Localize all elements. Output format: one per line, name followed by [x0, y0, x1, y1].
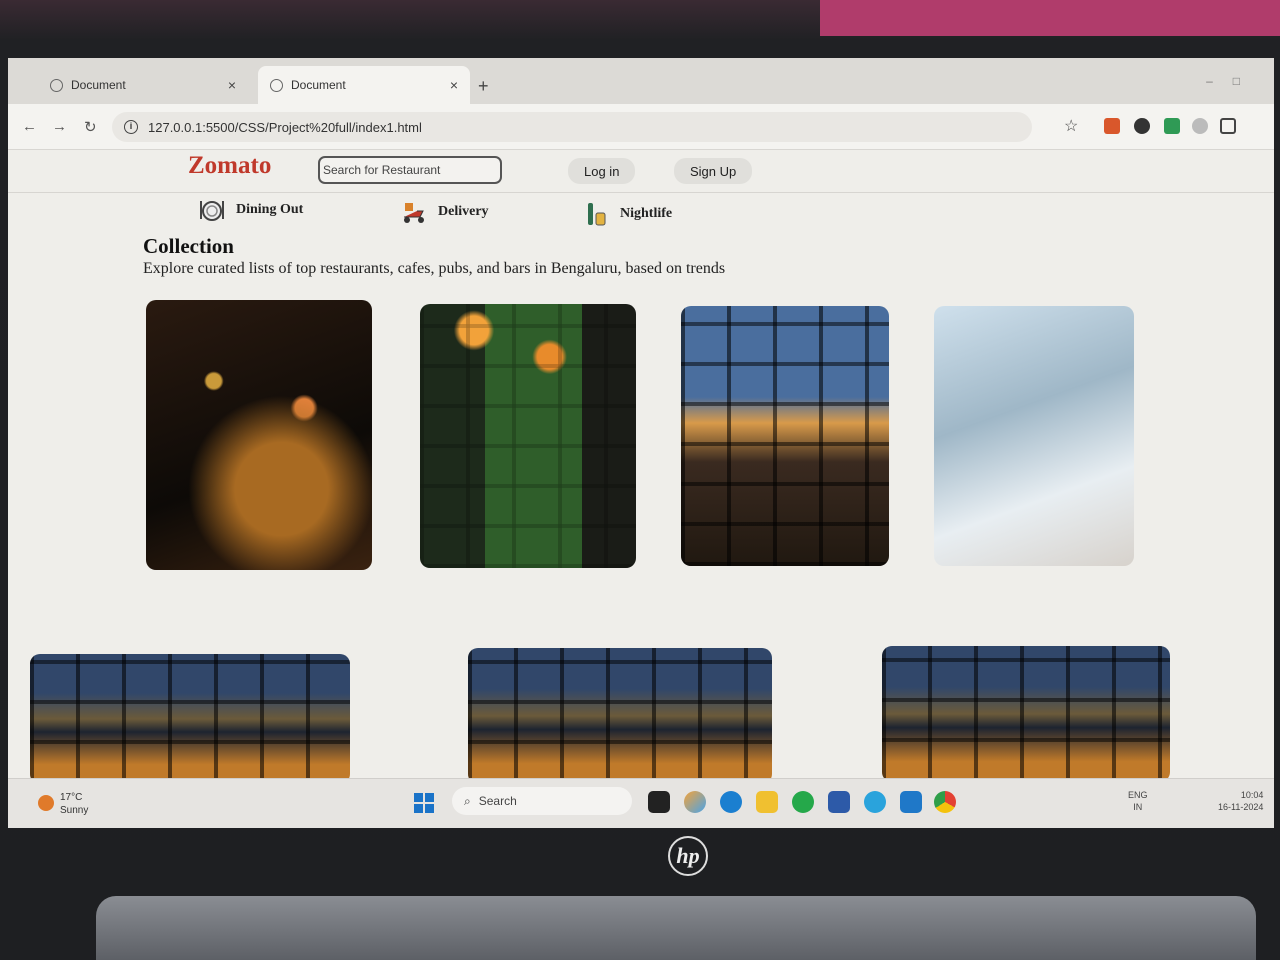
- card-texture: [882, 646, 1170, 782]
- back-icon[interactable]: ←: [22, 118, 37, 135]
- star-icon[interactable]: ☆: [1064, 116, 1078, 136]
- dining-icon: [198, 196, 226, 224]
- close-tab-icon[interactable]: ×: [228, 77, 236, 93]
- signup-button[interactable]: Sign Up: [674, 158, 753, 184]
- windows-taskbar: 17°C Sunny ⌕ Search ENG IN 10:04 16-11-2…: [8, 778, 1274, 828]
- scooter-icon: [400, 198, 428, 226]
- weather-temp: 17°C: [60, 792, 83, 803]
- copilot-icon[interactable]: [684, 791, 706, 813]
- extension-icon[interactable]: [1164, 118, 1180, 134]
- restaurant-card-2[interactable]: [420, 304, 636, 568]
- hp-logo: hp: [668, 836, 708, 876]
- close-tab-icon[interactable]: ×: [450, 77, 458, 93]
- screen: Document × Document × + –□ ← → ↻ i 127.0…: [8, 58, 1274, 828]
- search-input[interactable]: [318, 156, 502, 184]
- nav-label: Nightlife: [620, 206, 673, 221]
- reload-icon[interactable]: ↻: [84, 118, 97, 136]
- browser-toolbar: ← → ↻ i 127.0.0.1:5500/CSS/Project%20ful…: [8, 104, 1274, 150]
- weather-widget[interactable]: 17°C Sunny: [38, 791, 88, 817]
- edge-icon[interactable]: [720, 791, 742, 813]
- restaurant-card-3[interactable]: [681, 306, 889, 566]
- taskbar-search[interactable]: ⌕ Search: [452, 787, 632, 815]
- task-view-icon[interactable]: [648, 791, 670, 813]
- clock[interactable]: 10:04 16-11-2024: [1218, 789, 1263, 813]
- globe-icon: [50, 78, 63, 92]
- window-controls[interactable]: –□: [1206, 74, 1260, 88]
- restaurant-card-6[interactable]: [468, 648, 772, 784]
- language-indicator[interactable]: ENG IN: [1128, 789, 1148, 813]
- address-bar[interactable]: i 127.0.0.1:5500/CSS/Project%20full/inde…: [112, 112, 1032, 142]
- nav-delivery[interactable]: Delivery: [400, 198, 489, 226]
- tab-bar: Document × Document × + –□: [8, 58, 1274, 104]
- header-divider: [8, 192, 1274, 193]
- card-texture: [420, 304, 636, 568]
- whatsapp-icon[interactable]: [792, 791, 814, 813]
- collection-subtitle: Explore curated lists of top restaurants…: [143, 260, 726, 277]
- collection-title: Collection: [143, 234, 234, 258]
- nav-nightlife[interactable]: Nightlife: [582, 200, 672, 228]
- weather-desc: Sunny: [60, 805, 89, 816]
- forward-icon[interactable]: →: [52, 118, 67, 135]
- extension-icon[interactable]: [1134, 118, 1150, 134]
- tab-label: Document: [71, 78, 126, 92]
- store-icon[interactable]: [828, 791, 850, 813]
- drinks-icon: [582, 200, 610, 228]
- region-label: IN: [1133, 802, 1143, 812]
- extension-icon[interactable]: [1192, 118, 1208, 134]
- card-texture: [468, 648, 772, 784]
- browser-tab-active[interactable]: Document ×: [258, 66, 470, 104]
- weather-icon: [38, 795, 54, 811]
- file-explorer-icon[interactable]: [756, 791, 778, 813]
- date-label: 16-11-2024: [1218, 802, 1264, 812]
- restaurant-card-5[interactable]: [30, 654, 350, 784]
- webpage: Zomato Log in Sign Up Dining Out Deliver…: [8, 150, 1274, 784]
- lang-label: ENG: [1128, 790, 1148, 800]
- chrome-icon[interactable]: [934, 791, 956, 813]
- nav-dining-out[interactable]: Dining Out: [198, 196, 303, 224]
- restaurant-card-4[interactable]: [934, 306, 1134, 566]
- nav-label: Delivery: [438, 204, 489, 219]
- search-icon: ⌕: [464, 793, 471, 808]
- background-object: [820, 0, 1280, 36]
- restaurant-card-7[interactable]: [882, 646, 1170, 782]
- time-label: 10:04: [1240, 790, 1264, 800]
- extensions-icon[interactable]: [1220, 118, 1236, 134]
- url-text: 127.0.0.1:5500/CSS/Project%20full/index1…: [148, 119, 422, 135]
- nav-label: Dining Out: [236, 202, 304, 217]
- taskbar-search-label: Search: [478, 794, 517, 808]
- laptop-hinge: [96, 896, 1256, 960]
- globe-icon: [270, 78, 283, 92]
- site-logo[interactable]: Zomato: [188, 152, 271, 180]
- new-tab-button[interactable]: +: [478, 76, 489, 97]
- card-texture: [30, 654, 350, 784]
- browser-tab[interactable]: Document ×: [38, 66, 248, 104]
- card-texture: [681, 306, 889, 566]
- info-icon[interactable]: i: [124, 120, 138, 134]
- tab-label: Document: [291, 78, 346, 92]
- login-button[interactable]: Log in: [568, 158, 636, 184]
- windows-start-icon[interactable]: [414, 793, 434, 813]
- extension-icon[interactable]: [1104, 118, 1120, 134]
- vscode-icon[interactable]: [900, 791, 922, 813]
- telegram-icon[interactable]: [864, 791, 886, 813]
- restaurant-card-1[interactable]: [146, 300, 372, 570]
